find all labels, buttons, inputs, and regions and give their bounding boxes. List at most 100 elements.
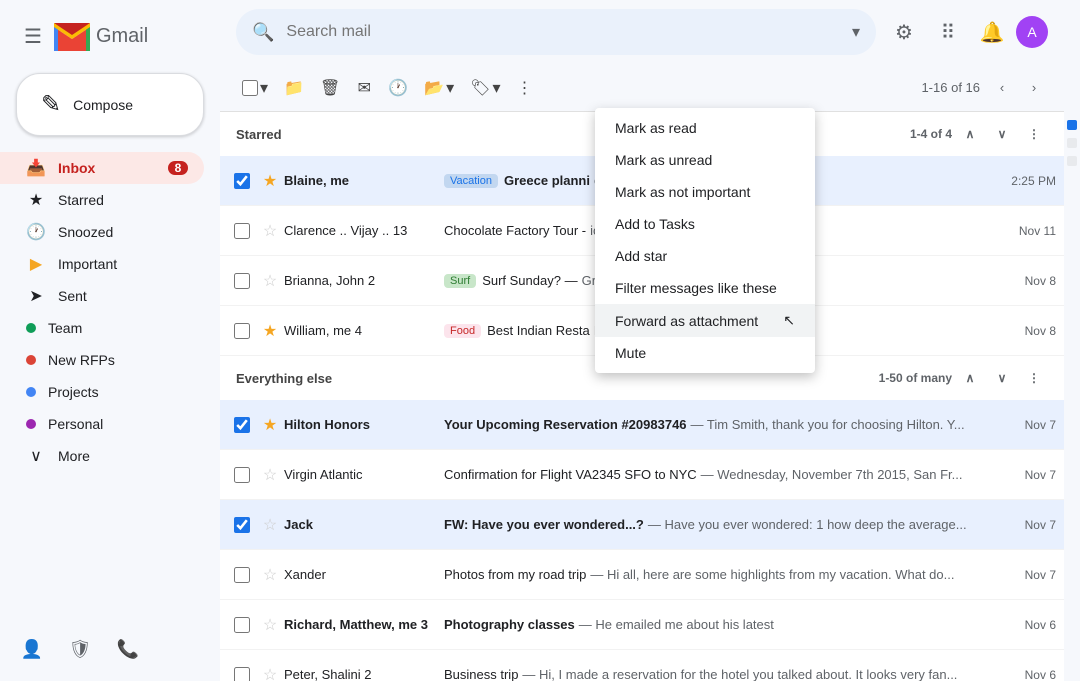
right-panel-icon-1[interactable] (1067, 120, 1077, 130)
menu-button[interactable]: ☰ (16, 16, 50, 57)
settings-button[interactable]: ⚙ (884, 12, 924, 52)
right-panel-icon-2[interactable] (1067, 138, 1077, 148)
sidebar-label-more: More (58, 448, 188, 464)
snooze-button[interactable]: 🕐 (382, 72, 414, 104)
menu-item-forward-attachment[interactable]: Forward as attachment ↖ (595, 304, 815, 337)
star-e9[interactable]: ☆ (256, 615, 284, 635)
row-checkbox-e10[interactable] (228, 667, 256, 681)
labels-dropdown-icon[interactable]: ▾ (492, 78, 500, 98)
search-dropdown-icon[interactable]: ▾ (852, 22, 860, 42)
email-body-e5: Hilton Honors Your Upcoming Reservation … (284, 417, 1017, 432)
sidebar-item-snoozed[interactable]: 🕐 Snoozed (0, 216, 204, 248)
date-e3: Nov 8 (1017, 274, 1056, 288)
checkbox-e2[interactable] (234, 223, 250, 239)
manage-account-button[interactable]: 👤 (16, 633, 48, 665)
more-button[interactable]: ⋮ (510, 72, 538, 104)
checkbox-e8[interactable] (234, 567, 250, 583)
sidebar-label-new-rfps: New RFPs (48, 352, 188, 368)
phone-button[interactable]: 📞 (112, 633, 144, 665)
row-checkbox-e1[interactable] (228, 173, 256, 189)
menu-item-add-star[interactable]: Add star (595, 240, 815, 272)
checkbox-e4[interactable] (234, 323, 250, 339)
support-button[interactable]: 🛡 (64, 633, 96, 665)
sidebar-item-sent[interactable]: ➤ Sent (0, 280, 204, 312)
checkbox-e5[interactable] (234, 417, 250, 433)
menu-item-filter-messages[interactable]: Filter messages like these (595, 272, 815, 304)
else-prev-button[interactable]: ∧ (956, 364, 984, 392)
delete-button[interactable]: 🗑 (314, 72, 346, 104)
mark-unread-button[interactable]: ✉ (350, 72, 378, 104)
checkbox-e9[interactable] (234, 617, 250, 633)
notifications-button[interactable]: 🔔 (972, 12, 1012, 52)
row-checkbox-e2[interactable] (228, 223, 256, 239)
sidebar-item-personal[interactable]: Personal (0, 408, 204, 440)
star-e7[interactable]: ☆ (256, 515, 284, 535)
star-e2[interactable]: ☆ (256, 221, 284, 241)
row-checkbox-e3[interactable] (228, 273, 256, 289)
star-e3[interactable]: ☆ (256, 271, 284, 291)
star-e1[interactable]: ★ (256, 171, 284, 191)
else-next-button[interactable]: ∨ (988, 364, 1016, 392)
sidebar-item-important[interactable]: ▶ Important (0, 248, 204, 280)
archive-button[interactable]: 📁 (278, 72, 310, 104)
prev-page-button[interactable]: ‹ (988, 74, 1016, 102)
gmail-logo: Gmail (54, 23, 148, 51)
row-checkbox-e8[interactable] (228, 567, 256, 583)
move-dropdown-icon[interactable]: ▾ (446, 78, 454, 98)
checkbox-e10[interactable] (234, 667, 250, 681)
select-dropdown-icon[interactable]: ▾ (260, 78, 268, 98)
select-all-checkbox[interactable] (242, 80, 258, 96)
row-checkbox-e9[interactable] (228, 617, 256, 633)
select-all-button[interactable]: ▾ (236, 72, 274, 104)
checkbox-e1[interactable] (234, 173, 250, 189)
header: 🔍 ▾ ⚙ ⠿ 🔔 A (220, 0, 1064, 64)
tag-e3: Surf (444, 274, 476, 288)
row-checkbox-e5[interactable] (228, 417, 256, 433)
sidebar-item-new-rfps[interactable]: New RFPs (0, 344, 204, 376)
table-row[interactable]: ☆ Jack FW: Have you ever wondered...? — … (220, 500, 1064, 550)
starred-more-button[interactable]: ⋮ (1020, 120, 1048, 148)
avatar[interactable]: A (1016, 16, 1048, 48)
starred-next-button[interactable]: ∨ (988, 120, 1016, 148)
table-row[interactable]: ☆ Richard, Matthew, me 3 Photography cla… (220, 600, 1064, 650)
checkbox-e6[interactable] (234, 467, 250, 483)
table-row[interactable]: ☆ Virgin Atlantic Confirmation for Fligh… (220, 450, 1064, 500)
menu-item-mark-read[interactable]: Mark as read (595, 112, 815, 144)
else-more-button[interactable]: ⋮ (1020, 364, 1048, 392)
compose-button[interactable]: ✎ Compose (16, 73, 204, 136)
checkbox-e7[interactable] (234, 517, 250, 533)
row-checkbox-e6[interactable] (228, 467, 256, 483)
menu-item-add-tasks[interactable]: Add to Tasks (595, 208, 815, 240)
apps-button[interactable]: ⠿ (928, 12, 968, 52)
star-e4[interactable]: ★ (256, 321, 284, 341)
star-e6[interactable]: ☆ (256, 465, 284, 485)
sidebar-item-team[interactable]: Team (0, 312, 204, 344)
row-checkbox-e4[interactable] (228, 323, 256, 339)
sidebar-item-inbox[interactable]: 📥 Inbox 8 (0, 152, 204, 184)
tag-e1: Vacation (444, 174, 498, 188)
menu-item-mute[interactable]: Mute (595, 337, 815, 369)
menu-item-mark-not-important[interactable]: Mark as not important (595, 176, 815, 208)
search-bar[interactable]: 🔍 ▾ (236, 9, 876, 55)
next-page-button[interactable]: › (1020, 74, 1048, 102)
sidebar-item-more[interactable]: ∨ More (0, 440, 204, 472)
starred-prev-button[interactable]: ∧ (956, 120, 984, 148)
tag-e4: Food (444, 324, 481, 338)
important-icon: ▶ (26, 254, 46, 274)
sidebar-item-projects[interactable]: Projects (0, 376, 204, 408)
move-to-button[interactable]: 📂▾ (418, 72, 460, 104)
star-e5[interactable]: ★ (256, 415, 284, 435)
labels-button[interactable]: 🏷▾ (464, 72, 506, 104)
sidebar-item-starred[interactable]: ★ Starred (0, 184, 204, 216)
row-checkbox-e7[interactable] (228, 517, 256, 533)
search-input[interactable] (286, 23, 840, 41)
menu-item-mark-unread[interactable]: Mark as unread (595, 144, 815, 176)
checkbox-e3[interactable] (234, 273, 250, 289)
right-panel-icon-3[interactable] (1067, 156, 1077, 166)
team-dot-icon (26, 323, 36, 333)
table-row[interactable]: ☆ Peter, Shalini 2 Business trip — Hi, I… (220, 650, 1064, 681)
table-row[interactable]: ☆ Xander Photos from my road trip — Hi a… (220, 550, 1064, 600)
table-row[interactable]: ★ Hilton Honors Your Upcoming Reservatio… (220, 400, 1064, 450)
star-e8[interactable]: ☆ (256, 565, 284, 585)
star-e10[interactable]: ☆ (256, 665, 284, 681)
